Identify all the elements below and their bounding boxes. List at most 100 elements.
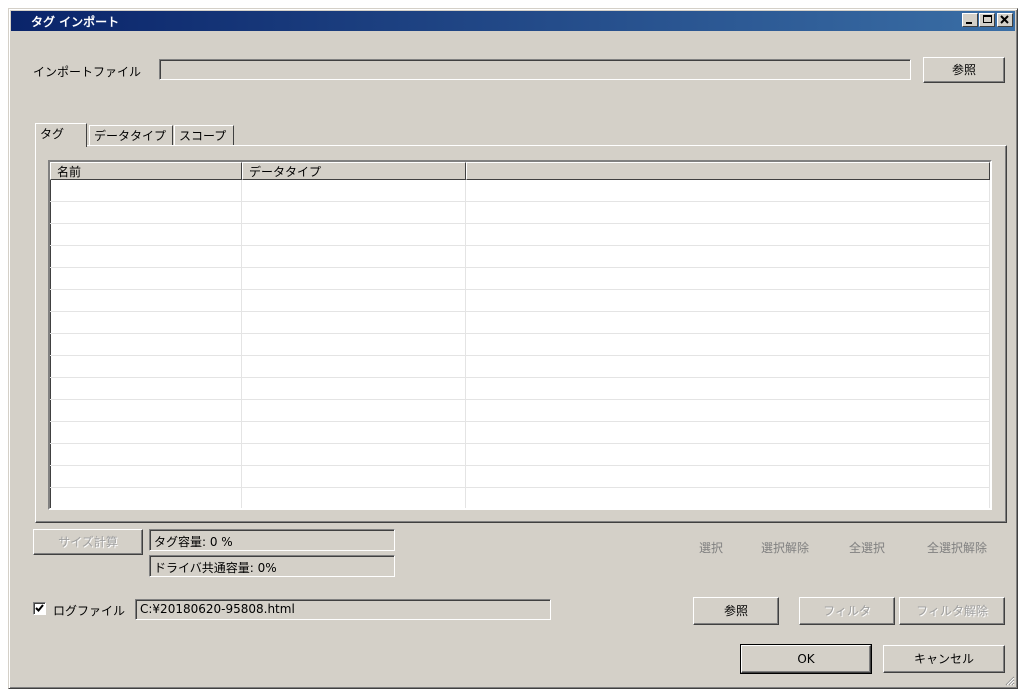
- maximize-button[interactable]: [979, 13, 995, 27]
- table-row[interactable]: [50, 400, 990, 422]
- table-cell: [242, 444, 466, 465]
- table-cell: [50, 224, 242, 245]
- close-button[interactable]: [997, 13, 1013, 27]
- table-cell: [466, 268, 990, 289]
- table-row[interactable]: [50, 180, 990, 202]
- table-cell: [466, 180, 990, 201]
- table-row[interactable]: [50, 312, 990, 334]
- table-cell: [466, 334, 990, 355]
- table-row[interactable]: [50, 356, 990, 378]
- table-cell: [50, 378, 242, 399]
- table-cell: [466, 224, 990, 245]
- table-cell: [242, 334, 466, 355]
- import-file-path-field[interactable]: [159, 59, 911, 80]
- table-cell: [50, 334, 242, 355]
- table-cell: [466, 312, 990, 333]
- table-cell: [466, 422, 990, 443]
- table-cell: [466, 246, 990, 267]
- import-file-browse-button[interactable]: 参照: [923, 57, 1005, 83]
- table-cell: [242, 466, 466, 487]
- table-cell: [50, 444, 242, 465]
- table-cell: [242, 180, 466, 201]
- table-cell: [242, 400, 466, 421]
- tag-list[interactable]: 名前 データタイプ: [48, 160, 992, 510]
- table-cell: [50, 290, 242, 311]
- table-cell: [466, 444, 990, 465]
- list-header: 名前 データタイプ: [50, 162, 990, 180]
- table-cell: [50, 268, 242, 289]
- tab-panel: 名前 データタイプ: [35, 145, 1007, 523]
- title-bar[interactable]: タグ インポート: [11, 11, 1015, 31]
- resize-grip-icon[interactable]: [1003, 674, 1015, 686]
- table-cell: [242, 224, 466, 245]
- logfile-checkbox[interactable]: [33, 602, 46, 615]
- table-cell: [242, 356, 466, 377]
- title-bar-buttons: [961, 13, 1013, 27]
- table-row[interactable]: [50, 488, 990, 508]
- ok-button[interactable]: OK: [740, 644, 872, 674]
- table-cell: [242, 290, 466, 311]
- import-dialog: タグ インポート インポートファイル 参照 タグ データタイプ スコープ 名前 …: [8, 8, 1018, 689]
- import-file-label: インポートファイル: [33, 65, 142, 79]
- filter-clear-button[interactable]: フィルタ解除: [899, 597, 1005, 625]
- deselect-all-link[interactable]: 全選択解除: [927, 539, 987, 556]
- table-row[interactable]: [50, 444, 990, 466]
- logfile-browse-button[interactable]: 参照: [693, 597, 779, 625]
- select-all-link[interactable]: 全選択: [849, 539, 885, 556]
- table-cell: [50, 312, 242, 333]
- table-cell: [242, 202, 466, 223]
- table-cell: [242, 378, 466, 399]
- table-row[interactable]: [50, 202, 990, 224]
- filter-button[interactable]: フィルタ: [799, 597, 895, 625]
- table-row[interactable]: [50, 466, 990, 488]
- tab-datatype[interactable]: データタイプ: [89, 125, 173, 146]
- logfile-path-field[interactable]: C:¥20180620-95808.html: [135, 599, 551, 620]
- table-cell: [466, 356, 990, 377]
- table-cell: [50, 202, 242, 223]
- table-cell: [466, 202, 990, 223]
- maximize-icon: [983, 15, 992, 23]
- deselect-link[interactable]: 選択解除: [761, 539, 809, 556]
- table-cell: [50, 422, 242, 443]
- table-cell: [466, 290, 990, 311]
- table-row[interactable]: [50, 290, 990, 312]
- logfile-label: ログファイル: [53, 604, 126, 618]
- list-rows: [50, 180, 990, 508]
- tab-scope[interactable]: スコープ: [174, 125, 234, 146]
- tag-capacity-value: タグ容量: 0 %: [154, 535, 233, 549]
- table-cell: [466, 466, 990, 487]
- table-row[interactable]: [50, 334, 990, 356]
- checkmark-icon: [35, 604, 44, 612]
- column-header-datatype[interactable]: データタイプ: [242, 162, 466, 180]
- table-cell: [50, 180, 242, 201]
- table-cell: [242, 246, 466, 267]
- table-cell: [50, 466, 242, 487]
- driver-capacity-field: ドライバ共通容量: 0%: [149, 555, 395, 577]
- close-icon: [1000, 15, 1009, 24]
- column-header-name[interactable]: 名前: [50, 162, 242, 180]
- table-cell: [242, 268, 466, 289]
- table-row[interactable]: [50, 224, 990, 246]
- cancel-button[interactable]: キャンセル: [883, 645, 1005, 673]
- table-row[interactable]: [50, 246, 990, 268]
- table-cell: [242, 422, 466, 443]
- table-row[interactable]: [50, 268, 990, 290]
- table-cell: [466, 378, 990, 399]
- tag-capacity-field: タグ容量: 0 %: [149, 529, 395, 551]
- column-header-extra[interactable]: [466, 162, 990, 180]
- table-cell: [242, 488, 466, 508]
- select-link[interactable]: 選択: [699, 539, 723, 556]
- minimize-button[interactable]: [962, 13, 978, 27]
- table-cell: [50, 488, 242, 508]
- tab-tag[interactable]: タグ: [35, 123, 87, 147]
- table-cell: [242, 312, 466, 333]
- window-title: タグ インポート: [31, 15, 120, 29]
- table-cell: [50, 400, 242, 421]
- table-cell: [466, 400, 990, 421]
- table-row[interactable]: [50, 378, 990, 400]
- minimize-icon: [966, 22, 972, 24]
- driver-capacity-value: ドライバ共通容量: 0%: [154, 561, 277, 575]
- table-row[interactable]: [50, 422, 990, 444]
- logfile-path-value: C:¥20180620-95808.html: [140, 602, 295, 616]
- size-calc-button[interactable]: サイズ計算: [33, 529, 143, 555]
